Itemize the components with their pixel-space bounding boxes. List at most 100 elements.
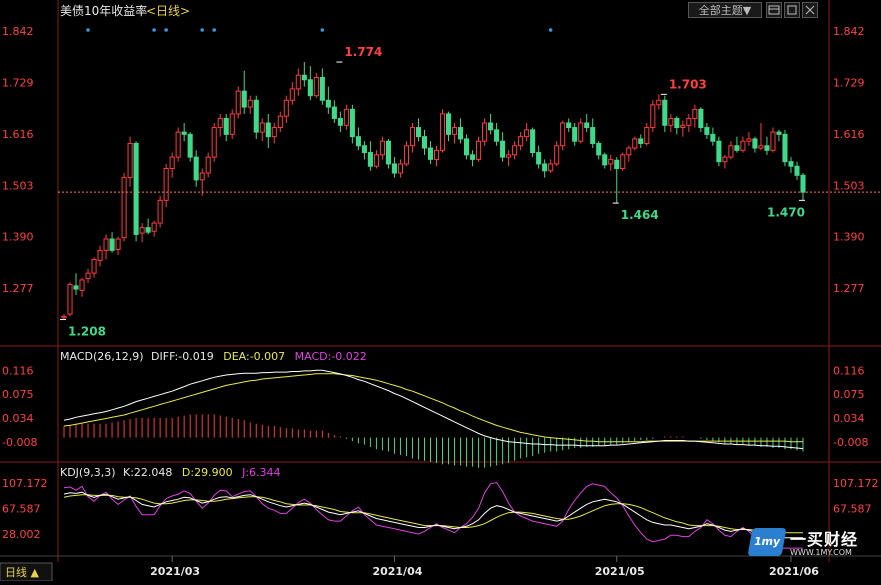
candle-body: [175, 131, 181, 158]
annotation-label: 1.464: [621, 208, 659, 222]
event-markers: [86, 28, 553, 32]
annotation-label: 1.774: [344, 45, 382, 59]
candle-body: [91, 258, 97, 274]
candle-body: [331, 106, 337, 119]
event-marker-dot: [86, 28, 90, 32]
candle-body: [361, 145, 367, 154]
event-marker-dot: [212, 28, 217, 32]
candle-body: [451, 127, 458, 135]
candlestick-series: [61, 62, 806, 320]
event-marker-dot: [320, 28, 325, 32]
kdj-axis-ticks: 107.172 107.172 67.587 67.587 28.002: [2, 477, 879, 541]
logo-badge: 1my: [747, 528, 787, 556]
candle-body: [253, 99, 259, 133]
macd-dea-value: DEA:-0.007: [223, 350, 285, 363]
main-tick-left: 1.842: [2, 25, 34, 38]
candle-body: [391, 163, 397, 174]
candle-body: [73, 285, 79, 290]
candle-body: [397, 163, 403, 174]
candle-body: [97, 249, 103, 261]
candle-body: [145, 227, 151, 233]
candle-body: [614, 159, 620, 169]
event-marker-dot: [548, 28, 553, 32]
main-tick-right: 1.616: [833, 128, 865, 141]
candle-body: [656, 99, 662, 106]
candle-body: [157, 199, 163, 224]
candle-body: [632, 138, 638, 149]
candle-body: [241, 90, 247, 108]
month-label: 2021/04: [372, 565, 422, 578]
candle-body: [115, 238, 121, 250]
main-tick-left: 1.277: [2, 282, 34, 295]
close-icon[interactable]: [802, 2, 818, 18]
candle-body: [548, 163, 554, 172]
candle-body: [199, 172, 205, 181]
candle-body: [343, 108, 349, 126]
window-icon[interactable]: [784, 2, 800, 18]
candle-body: [590, 127, 596, 144]
kdj-tick-left: 28.002: [2, 528, 41, 541]
candle-body: [367, 152, 373, 167]
candle-body: [692, 108, 698, 119]
candle-body: [710, 133, 716, 142]
period-label[interactable]: <日线>: [146, 4, 190, 18]
candle-body: [265, 122, 271, 138]
candle-body: [79, 279, 85, 291]
candle-body: [698, 108, 704, 129]
candle-body: [566, 122, 572, 129]
annotation-label: 1.703: [669, 77, 707, 91]
candle-body: [800, 174, 806, 193]
candle-body: [578, 122, 584, 142]
candle-body: [758, 145, 764, 149]
month-label: 2021/05: [595, 565, 645, 578]
chart-title: 美债10年收益率: [60, 3, 147, 18]
candle-body: [560, 122, 566, 147]
macd-tick-left: 0.075: [2, 388, 34, 401]
svg-text:KDJ(9,3,3) K:22.048: KDJ(9,3,3) K:22.048 D:29.900 J:6.344: [60, 466, 281, 479]
candle-body: [680, 124, 686, 129]
candle-body: [728, 145, 734, 158]
event-marker-dot: [164, 28, 168, 32]
macd-tick-right: -0.008: [833, 436, 868, 449]
kdj-tick-left: 67.587: [2, 503, 41, 516]
kdj-k-value: K:22.048: [123, 466, 172, 479]
period-toggle-label[interactable]: 日线 ▲: [5, 565, 39, 579]
macd-tick-left: 0.116: [2, 364, 34, 377]
candle-body: [193, 156, 199, 181]
main-tick-right: 1.277: [833, 282, 865, 295]
candle-body: [782, 133, 788, 163]
layout-icon[interactable]: [766, 2, 782, 18]
candle-body: [716, 140, 722, 163]
macd-axis-ticks: 0.116 0.116 0.075 0.075 0.034 0.034 -0.008 -0.0…: [2, 364, 868, 449]
candle-body: [488, 122, 494, 131]
candle-body: [151, 222, 157, 232]
main-tick-left: 1.616: [2, 128, 34, 141]
candle-body: [518, 136, 524, 147]
candle-body: [169, 156, 175, 169]
brand-logo: 1my 一买财经 WWW.1MY.COM: [747, 524, 878, 562]
month-label: 2021/03: [150, 565, 200, 578]
candle-body: [217, 117, 223, 129]
kdj-tick-right: 107.172: [833, 477, 879, 490]
macd-label: MACD(26,12,9): [60, 350, 144, 363]
candle-body: [620, 154, 626, 169]
candle-body: [103, 238, 109, 251]
event-marker-dot: [152, 28, 156, 32]
candle-body: [439, 113, 446, 151]
candle-body: [464, 138, 470, 156]
main-tick-left: 1.729: [2, 77, 34, 90]
theme-dropdown-button[interactable]: 全部主题▼: [688, 2, 762, 18]
macd-dea-line: [63, 373, 803, 443]
main-tick-right: 1.390: [833, 231, 865, 244]
candle-body: [247, 99, 253, 108]
candle-body: [674, 117, 680, 129]
candle-body: [770, 131, 776, 151]
candle-body: [608, 158, 614, 165]
candle-body: [638, 138, 644, 144]
candle-body: [301, 74, 307, 81]
logo-name: 一买财经: [790, 530, 859, 549]
macd-tick-left: 0.034: [2, 412, 34, 425]
candle-body: [229, 113, 235, 135]
candle-body: [187, 133, 193, 158]
candle-body: [127, 142, 133, 179]
